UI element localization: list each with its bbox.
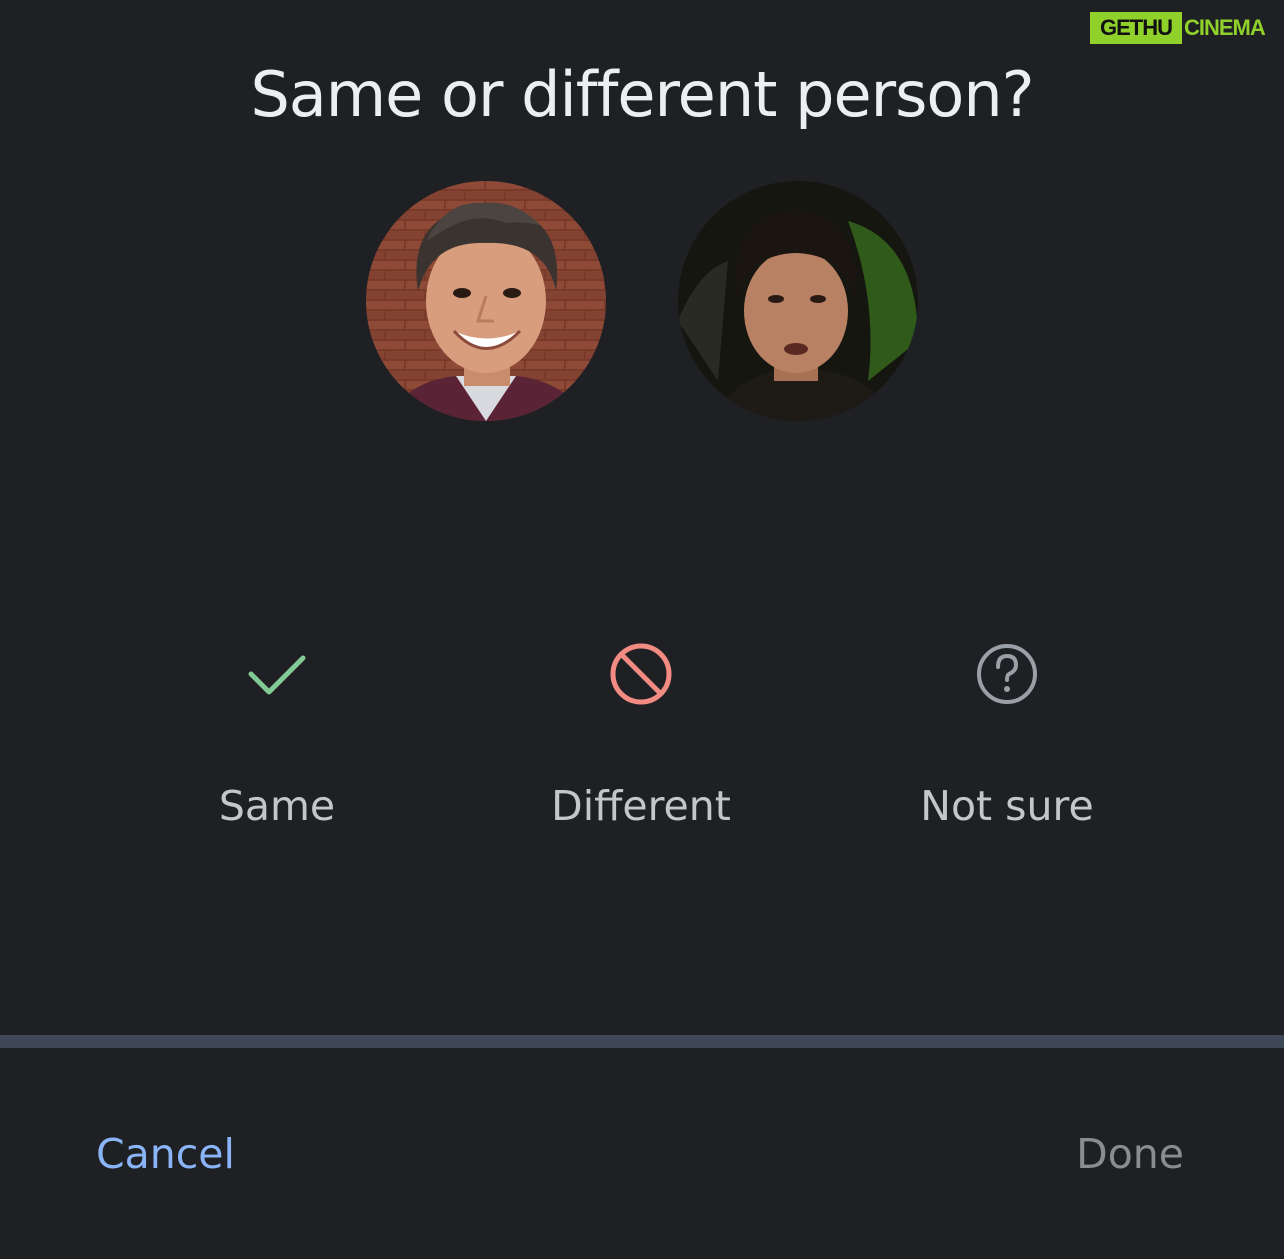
watermark-logo: GETHU CINEMA [1090,8,1280,48]
face-thumbnail-1 [366,181,606,421]
option-same-label: Same [218,782,336,830]
help-circle-icon [975,642,1039,706]
face-thumbnail-2 [678,181,918,421]
cancel-button[interactable]: Cancel [96,1130,235,1178]
option-same[interactable]: Same [127,630,427,860]
option-not-sure-label: Not sure [920,782,1094,830]
done-button[interactable]: Done [1076,1130,1184,1178]
option-different[interactable]: Different [491,630,791,860]
divider [0,1035,1284,1048]
option-different-label: Different [551,782,731,830]
option-not-sure[interactable]: Not sure [857,630,1157,860]
check-icon [245,642,309,706]
dialog-title: Same or different person? [250,58,1034,131]
watermark-text-1: GETHU [1090,12,1182,44]
watermark-text-2: CINEMA [1184,15,1266,40]
block-icon [609,642,673,706]
